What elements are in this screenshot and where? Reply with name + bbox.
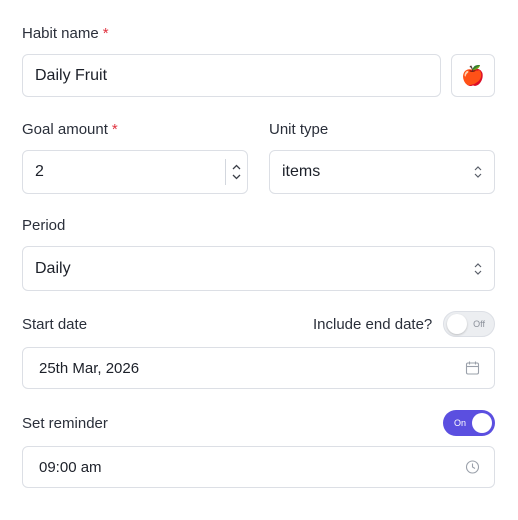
set-reminder-label: Set reminder	[22, 415, 108, 432]
apple-icon: 🍎	[461, 65, 485, 87]
toggle-off-text: Off	[473, 319, 485, 329]
emoji-picker-button[interactable]: 🍎	[451, 54, 495, 97]
chevron-updown-icon	[474, 262, 482, 275]
set-reminder-toggle[interactable]: On	[443, 410, 495, 436]
unit-type-select[interactable]: items	[269, 150, 495, 194]
chevron-down-icon[interactable]	[232, 174, 241, 180]
habit-name-input[interactable]: Daily Fruit	[22, 54, 441, 97]
unit-type-value: items	[282, 163, 321, 180]
toggle-knob	[447, 314, 467, 334]
start-date-label: Start date	[22, 316, 88, 333]
calendar-icon[interactable]	[465, 361, 480, 376]
chevron-updown-icon	[474, 166, 482, 178]
goal-amount-value: 2	[35, 163, 44, 180]
chevron-up-icon[interactable]	[232, 164, 241, 170]
include-end-date-label: Include end date?	[313, 316, 433, 333]
reminder-time-value: 09:00 am	[39, 458, 102, 476]
habit-name-value: Daily Fruit	[35, 66, 108, 84]
toggle-knob	[472, 413, 492, 433]
toggle-on-text: On	[454, 418, 467, 428]
goal-amount-label: Goal amount *	[22, 121, 118, 138]
clock-icon[interactable]	[465, 460, 480, 475]
required-mark: *	[102, 25, 109, 42]
period-select[interactable]: Daily	[22, 246, 495, 291]
include-end-date-toggle[interactable]: Off	[443, 311, 495, 337]
goal-amount-input[interactable]: 2	[22, 150, 248, 194]
required-mark: *	[111, 121, 118, 138]
start-date-value: 25th Mar, 2026	[39, 359, 140, 377]
goal-amount-stepper[interactable]	[225, 159, 247, 185]
habit-name-label: Habit name *	[22, 25, 109, 42]
start-date-input[interactable]: 25th Mar, 2026	[22, 347, 495, 389]
period-label: Period	[22, 217, 66, 234]
period-value: Daily	[35, 259, 71, 277]
unit-type-label: Unit type	[269, 121, 329, 138]
reminder-time-input[interactable]: 09:00 am	[22, 446, 495, 488]
